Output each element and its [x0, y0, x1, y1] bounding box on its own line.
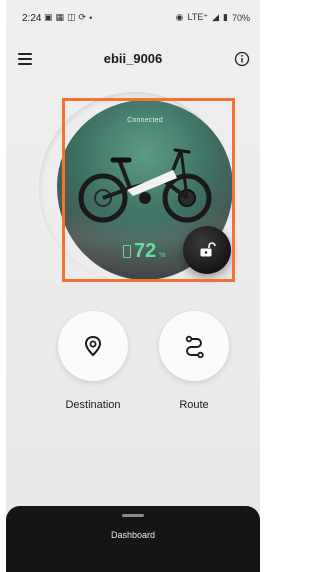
route-icon	[185, 335, 204, 358]
dashboard-title[interactable]: Dashboard	[6, 530, 260, 540]
route-label[interactable]: Route	[144, 399, 244, 411]
destination-button[interactable]	[58, 311, 128, 381]
network-type: LTE⁺	[187, 12, 209, 22]
sync-icon: ⟳	[78, 12, 87, 22]
sheet-drag-handle[interactable]	[122, 514, 144, 517]
signal-icon: ◢	[212, 12, 220, 22]
chat-icon: ◫	[67, 12, 76, 22]
notification-icons: ▣ ▦ ◫ ⟳ •	[44, 12, 92, 23]
gallery-icon: ▦	[55, 12, 65, 22]
destination-label[interactable]: Destination	[43, 399, 143, 411]
route-button[interactable]	[159, 311, 229, 381]
device-name: ebii_9006	[103, 51, 163, 66]
location-icon: ◉	[175, 12, 184, 22]
battery-percentage: 70%	[231, 12, 250, 23]
status-bar: 2:24 ▣ ▦ ◫ ⟳ • ◉ LTE⁺ ◢ ▮ 70%	[6, 0, 260, 38]
status-indicators: ◉ LTE⁺ ◢ ▮ 70%	[176, 12, 250, 23]
status-time: 2:24	[22, 13, 42, 24]
location-pin-icon	[84, 335, 102, 357]
dashboard-bottom-sheet[interactable]: Dashboard	[6, 506, 260, 572]
highlight-box	[62, 98, 235, 282]
info-icon[interactable]	[234, 51, 250, 67]
app-screen: 2:24 ▣ ▦ ◫ ⟳ • ◉ LTE⁺ ◢ ▮ 70% ebii_9006 …	[6, 0, 260, 572]
top-bar: ebii_9006	[6, 46, 260, 74]
photo-icon: ▣	[44, 12, 53, 22]
dot-icon: •	[89, 12, 93, 23]
battery-status-icon: ▮	[223, 12, 228, 22]
